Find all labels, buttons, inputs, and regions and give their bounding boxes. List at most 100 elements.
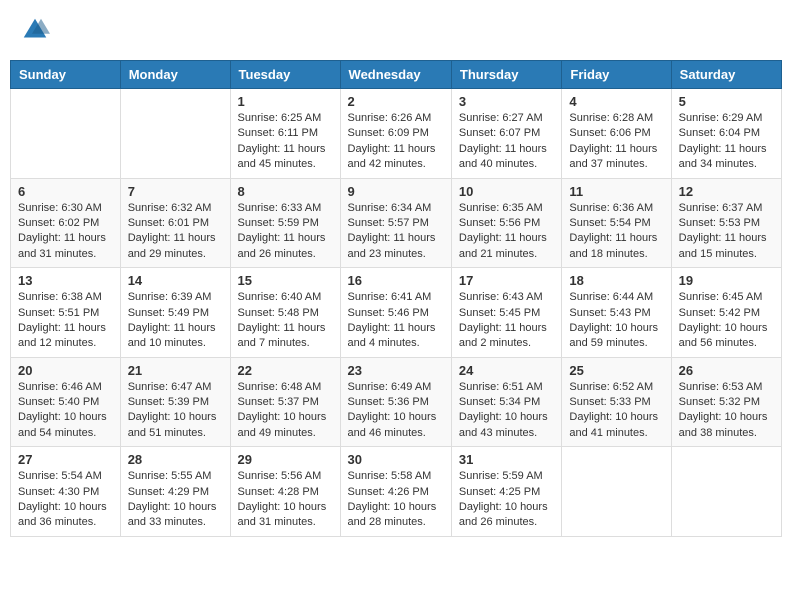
calendar-cell: 24Sunrise: 6:51 AM Sunset: 5:34 PM Dayli… xyxy=(451,357,561,447)
day-number: 11 xyxy=(569,184,663,199)
day-info: Sunrise: 6:53 AM Sunset: 5:32 PM Dayligh… xyxy=(679,380,774,442)
day-info: Sunrise: 6:44 AM Sunset: 5:43 PM Dayligh… xyxy=(569,290,663,352)
weekday-header-saturday: Saturday xyxy=(671,61,781,89)
day-info: Sunrise: 6:49 AM Sunset: 5:36 PM Dayligh… xyxy=(348,380,444,442)
day-number: 31 xyxy=(459,452,554,467)
day-info: Sunrise: 6:28 AM Sunset: 6:06 PM Dayligh… xyxy=(569,111,663,173)
calendar-cell: 23 Sunrise: 6:49 AM Sunset: 5:36 PM Dayli… xyxy=(340,357,451,447)
day-number: 23 xyxy=(348,363,444,378)
day-info: Sunrise: 6:38 AM Sunset: 5:51 PM Dayligh… xyxy=(18,290,113,352)
day-number: 16 xyxy=(348,273,444,288)
calendar-cell: 27 Sunrise: 5:54 AM Sunset: 4:30 PM Dayli… xyxy=(11,447,121,537)
day-info: Sunrise: 5:59 AM Sunset: 4:25 PM Dayligh… xyxy=(459,469,554,531)
day-info: Sunrise: 6:33 AM Sunset: 5:59 PM Dayligh… xyxy=(238,201,333,263)
day-info: Sunrise: 6:36 AM Sunset: 5:54 PM Dayligh… xyxy=(569,201,663,263)
week-row-5: 27 Sunrise: 5:54 AM Sunset: 4:30 PM Dayli… xyxy=(11,447,782,537)
page-header xyxy=(10,10,782,50)
day-number: 12 xyxy=(679,184,774,199)
calendar-cell: 22 Sunrise: 6:48 AM Sunset: 5:37 PM Dayli… xyxy=(230,357,340,447)
day-number: 7 xyxy=(128,184,223,199)
day-number: 30 xyxy=(348,452,444,467)
day-number: 19 xyxy=(679,273,774,288)
day-info: Sunrise: 6:34 AM Sunset: 5:57 PM Dayligh… xyxy=(348,201,444,263)
calendar-cell: 12 Sunrise: 6:37 AM Sunset: 5:53 PM Dayli… xyxy=(671,178,781,268)
calendar-cell: 14 Sunrise: 6:39 AM Sunset: 5:49 PM Dayli… xyxy=(120,268,230,358)
day-info: Sunrise: 6:51 AM Sunset: 5:34 PM Dayligh… xyxy=(459,380,554,442)
weekday-header-sunday: Sunday xyxy=(11,61,121,89)
day-number: 28 xyxy=(128,452,223,467)
calendar-cell xyxy=(11,89,121,179)
weekday-header-thursday: Thursday xyxy=(451,61,561,89)
calendar-cell: 13 Sunrise: 6:38 AM Sunset: 5:51 PM Dayli… xyxy=(11,268,121,358)
calendar-cell: 4 Sunrise: 6:28 AM Sunset: 6:06 PM Daylig… xyxy=(562,89,671,179)
day-number: 10 xyxy=(459,184,554,199)
weekday-header-wednesday: Wednesday xyxy=(340,61,451,89)
day-info: Sunrise: 5:56 AM Sunset: 4:28 PM Dayligh… xyxy=(238,469,333,531)
day-number: 15 xyxy=(238,273,333,288)
logo xyxy=(20,15,54,45)
calendar-cell: 7Sunrise: 6:32 AM Sunset: 6:01 PM Daylig… xyxy=(120,178,230,268)
calendar-cell: 28 Sunrise: 5:55 AM Sunset: 4:29 PM Dayli… xyxy=(120,447,230,537)
calendar-cell: 11 Sunrise: 6:36 AM Sunset: 5:54 PM Dayli… xyxy=(562,178,671,268)
calendar-cell: 21 Sunrise: 6:47 AM Sunset: 5:39 PM Dayli… xyxy=(120,357,230,447)
day-number: 25 xyxy=(569,363,663,378)
calendar-cell: 2 Sunrise: 6:26 AM Sunset: 6:09 PM Daylig… xyxy=(340,89,451,179)
day-number: 14 xyxy=(128,273,223,288)
calendar-cell: 19 Sunrise: 6:45 AM Sunset: 5:42 PM Dayli… xyxy=(671,268,781,358)
week-row-3: 13 Sunrise: 6:38 AM Sunset: 5:51 PM Dayli… xyxy=(11,268,782,358)
day-number: 20 xyxy=(18,363,113,378)
day-number: 26 xyxy=(679,363,774,378)
week-row-2: 6Sunrise: 6:30 AM Sunset: 6:02 PM Daylig… xyxy=(11,178,782,268)
day-number: 29 xyxy=(238,452,333,467)
day-info: Sunrise: 6:37 AM Sunset: 5:53 PM Dayligh… xyxy=(679,201,774,263)
logo-icon xyxy=(20,15,50,45)
day-number: 21 xyxy=(128,363,223,378)
calendar-cell: 29 Sunrise: 5:56 AM Sunset: 4:28 PM Dayli… xyxy=(230,447,340,537)
day-number: 1 xyxy=(238,94,333,109)
calendar-table: SundayMondayTuesdayWednesdayThursdayFrid… xyxy=(10,60,782,537)
day-info: Sunrise: 6:52 AM Sunset: 5:33 PM Dayligh… xyxy=(569,380,663,442)
day-info: Sunrise: 6:27 AM Sunset: 6:07 PM Dayligh… xyxy=(459,111,554,173)
week-row-4: 20 Sunrise: 6:46 AM Sunset: 5:40 PM Dayli… xyxy=(11,357,782,447)
calendar-cell: 20 Sunrise: 6:46 AM Sunset: 5:40 PM Dayli… xyxy=(11,357,121,447)
weekday-header-row: SundayMondayTuesdayWednesdayThursdayFrid… xyxy=(11,61,782,89)
day-info: Sunrise: 6:35 AM Sunset: 5:56 PM Dayligh… xyxy=(459,201,554,263)
day-info: Sunrise: 6:47 AM Sunset: 5:39 PM Dayligh… xyxy=(128,380,223,442)
calendar-cell xyxy=(671,447,781,537)
calendar-cell: 3Sunrise: 6:27 AM Sunset: 6:07 PM Daylig… xyxy=(451,89,561,179)
weekday-header-tuesday: Tuesday xyxy=(230,61,340,89)
calendar-cell: 15 Sunrise: 6:40 AM Sunset: 5:48 PM Dayli… xyxy=(230,268,340,358)
weekday-header-monday: Monday xyxy=(120,61,230,89)
week-row-1: 1 Sunrise: 6:25 AM Sunset: 6:11 PM Daylig… xyxy=(11,89,782,179)
day-number: 17 xyxy=(459,273,554,288)
day-info: Sunrise: 6:43 AM Sunset: 5:45 PM Dayligh… xyxy=(459,290,554,352)
calendar-cell: 9 Sunrise: 6:34 AM Sunset: 5:57 PM Daylig… xyxy=(340,178,451,268)
day-info: Sunrise: 6:40 AM Sunset: 5:48 PM Dayligh… xyxy=(238,290,333,352)
day-info: Sunrise: 5:54 AM Sunset: 4:30 PM Dayligh… xyxy=(18,469,113,531)
day-info: Sunrise: 6:39 AM Sunset: 5:49 PM Dayligh… xyxy=(128,290,223,352)
day-info: Sunrise: 6:30 AM Sunset: 6:02 PM Dayligh… xyxy=(18,201,113,263)
calendar-cell: 26 Sunrise: 6:53 AM Sunset: 5:32 PM Dayli… xyxy=(671,357,781,447)
day-info: Sunrise: 5:55 AM Sunset: 4:29 PM Dayligh… xyxy=(128,469,223,531)
day-info: Sunrise: 5:58 AM Sunset: 4:26 PM Dayligh… xyxy=(348,469,444,531)
calendar-cell: 1 Sunrise: 6:25 AM Sunset: 6:11 PM Daylig… xyxy=(230,89,340,179)
calendar-cell: 17 Sunrise: 6:43 AM Sunset: 5:45 PM Dayli… xyxy=(451,268,561,358)
day-info: Sunrise: 6:29 AM Sunset: 6:04 PM Dayligh… xyxy=(679,111,774,173)
calendar-cell xyxy=(562,447,671,537)
day-info: Sunrise: 6:46 AM Sunset: 5:40 PM Dayligh… xyxy=(18,380,113,442)
day-info: Sunrise: 6:48 AM Sunset: 5:37 PM Dayligh… xyxy=(238,380,333,442)
calendar-cell: 5 Sunrise: 6:29 AM Sunset: 6:04 PM Daylig… xyxy=(671,89,781,179)
day-number: 13 xyxy=(18,273,113,288)
day-number: 4 xyxy=(569,94,663,109)
day-info: Sunrise: 6:26 AM Sunset: 6:09 PM Dayligh… xyxy=(348,111,444,173)
calendar-cell: 31 Sunrise: 5:59 AM Sunset: 4:25 PM Dayli… xyxy=(451,447,561,537)
day-number: 27 xyxy=(18,452,113,467)
day-info: Sunrise: 6:45 AM Sunset: 5:42 PM Dayligh… xyxy=(679,290,774,352)
calendar-cell: 30 Sunrise: 5:58 AM Sunset: 4:26 PM Dayli… xyxy=(340,447,451,537)
day-number: 2 xyxy=(348,94,444,109)
day-number: 9 xyxy=(348,184,444,199)
day-info: Sunrise: 6:25 AM Sunset: 6:11 PM Dayligh… xyxy=(238,111,333,173)
calendar-cell xyxy=(120,89,230,179)
day-number: 22 xyxy=(238,363,333,378)
day-number: 5 xyxy=(679,94,774,109)
